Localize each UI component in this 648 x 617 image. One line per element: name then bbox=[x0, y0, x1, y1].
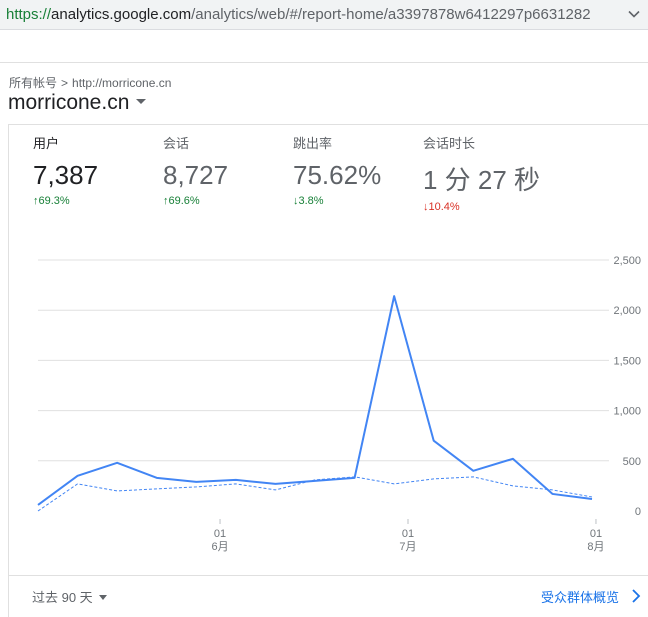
url-text[interactable]: https://analytics.google.com/analytics/w… bbox=[6, 6, 591, 23]
url-scheme: https:// bbox=[6, 6, 52, 23]
x-tick-day: 01 bbox=[402, 528, 414, 540]
users-line-chart[interactable]: 2,5002,0001,5001,0005000016月017月018月 bbox=[9, 125, 648, 575]
x-tick-day: 01 bbox=[214, 528, 226, 540]
x-tick-month: 6月 bbox=[211, 541, 228, 553]
address-bar[interactable]: https://analytics.google.com/analytics/w… bbox=[0, 0, 648, 30]
caret-down-icon bbox=[98, 595, 107, 601]
breadcrumb: 所有帐号 > http://morricone.cn bbox=[9, 74, 171, 91]
y-tick-label: 1,500 bbox=[613, 355, 641, 367]
chevron-right-icon[interactable] bbox=[629, 588, 643, 604]
caret-down-icon bbox=[136, 98, 147, 104]
breadcrumb-root[interactable]: 所有帐号 bbox=[9, 76, 57, 90]
y-tick-label: 0 bbox=[635, 506, 641, 518]
breadcrumb-separator: > bbox=[61, 76, 69, 90]
audience-overview-link[interactable]: 受众群体概览 bbox=[541, 587, 619, 606]
breadcrumb-account[interactable]: http://morricone.cn bbox=[72, 76, 171, 90]
date-range-label: 过去 90 天 bbox=[32, 590, 93, 605]
x-tick-day: 01 bbox=[590, 528, 602, 540]
property-selector[interactable]: morricone.cn bbox=[8, 91, 147, 115]
card-footer: 过去 90 天 受众群体概览 bbox=[9, 575, 648, 617]
property-name: morricone.cn bbox=[8, 91, 130, 114]
chevron-down-icon[interactable] bbox=[624, 4, 644, 24]
series-line-previous bbox=[37, 476, 593, 512]
url-host: analytics.google.com bbox=[51, 6, 192, 23]
x-tick-month: 7月 bbox=[399, 541, 416, 553]
report-header: 所有帐号 > http://morricone.cn morricone.cn bbox=[0, 62, 648, 124]
date-range-selector[interactable]: 过去 90 天 bbox=[32, 587, 107, 606]
x-tick-month: 8月 bbox=[587, 541, 604, 553]
y-tick-label: 2,000 bbox=[613, 305, 641, 317]
audience-overview-card: 用户 7,387 ↑69.3% 会话 8,727 ↑69.6% 跳出率 75.6… bbox=[8, 124, 648, 617]
y-tick-label: 2,500 bbox=[613, 255, 641, 267]
url-path: /analytics/web/#/report-home/a3397878w64… bbox=[191, 6, 591, 23]
y-tick-label: 500 bbox=[623, 456, 641, 468]
series-line-current bbox=[37, 295, 593, 506]
y-tick-label: 1,000 bbox=[613, 406, 641, 418]
